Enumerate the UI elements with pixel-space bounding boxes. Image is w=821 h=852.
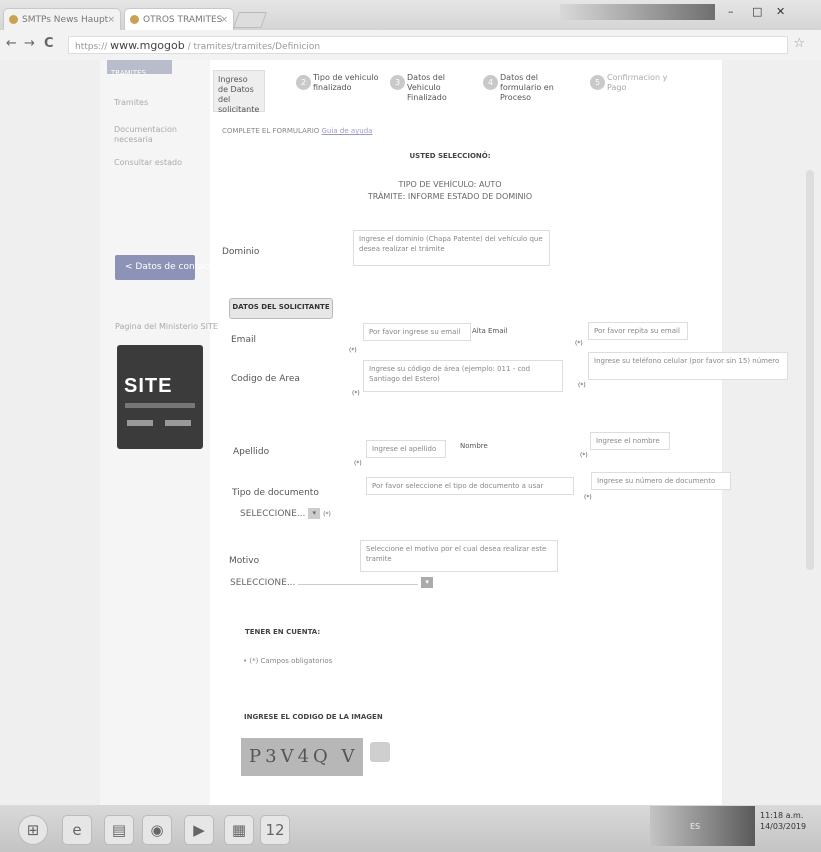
required-mark: (*) xyxy=(349,347,357,354)
sidebar-link[interactable]: Documentacion necesaria xyxy=(114,125,194,145)
tab-label: SMTPs News Haupt xyxy=(22,15,109,25)
required-mark: (*) xyxy=(578,382,586,389)
chevron-down-icon[interactable]: ▾ xyxy=(308,508,321,519)
required-mark: (*) xyxy=(352,390,360,397)
media-player-icon[interactable]: ▶ xyxy=(184,815,214,845)
captcha-image: P3V4Q V xyxy=(241,738,363,776)
step-number-icon: 3 xyxy=(390,75,405,90)
required-mark: (*) xyxy=(354,460,362,467)
dominio-input[interactable]: Ingrese el dominio (Chapa Patente) del v… xyxy=(353,230,550,266)
maximize-icon[interactable]: □ xyxy=(752,5,762,18)
captcha-title: INGRESE EL CODIGO DE LA IMAGEN xyxy=(244,713,383,721)
tab-close-icon[interactable]: × xyxy=(107,9,115,30)
step-label: Tipo de vehiculo finalizado xyxy=(313,73,379,92)
browser-tab[interactable]: SMTPs News Haupt × xyxy=(3,8,121,30)
step-number-icon: 4 xyxy=(483,75,498,90)
refresh-captcha-icon[interactable] xyxy=(370,742,390,762)
doc-type-select-value: SELECCIONE... xyxy=(240,509,306,519)
doc-type-help[interactable]: Por favor seleccione el tipo de document… xyxy=(366,477,574,495)
notes-title: TENER EN CUENTA: xyxy=(245,628,321,636)
new-tab-button[interactable] xyxy=(233,12,267,28)
applicant-data-button[interactable]: DATOS DEL SOLICITANTE xyxy=(229,298,333,319)
minimize-icon[interactable]: – xyxy=(728,5,734,18)
step-number-icon: 5 xyxy=(590,75,605,90)
clock-time: 11:18 a.m. xyxy=(760,811,804,820)
calendar-app-icon[interactable]: 12 xyxy=(260,815,290,845)
email-confirm-input[interactable]: Por favor repita su email xyxy=(588,322,688,340)
tab-close-icon[interactable]: × xyxy=(220,9,228,30)
system-clock[interactable]: 11:18 a.m. 14/03/2019 xyxy=(760,810,806,832)
step-label: Confirmacion y Pago xyxy=(607,73,668,92)
site-logo: SITE xyxy=(117,345,203,449)
email-label: Email xyxy=(231,335,256,345)
start-button-icon[interactable]: ⊞ xyxy=(18,815,48,845)
phone-input[interactable]: Ingrese su teléfono celular (por favor s… xyxy=(588,352,788,380)
surname-label: Apellido xyxy=(233,447,270,457)
sidebar-link[interactable]: Tramites xyxy=(114,98,148,107)
motivo-select-value: SELECCIONE... xyxy=(230,578,296,588)
language-indicator[interactable]: ES xyxy=(690,822,700,831)
required-mark: (*) xyxy=(580,452,588,459)
dominio-label: Dominio xyxy=(222,247,260,257)
vehicle-type-text: TIPO DE VEHÍCULO: AUTO xyxy=(398,180,502,189)
step-label: Datos del Vehiculo Finalizado xyxy=(407,73,447,102)
step-label: Ingreso de Datos del solicitante xyxy=(218,75,260,114)
step-number-icon: 2 xyxy=(296,75,311,90)
motivo-help[interactable]: Seleccione el motivo por el cual desea r… xyxy=(360,540,558,572)
favicon-icon xyxy=(130,15,139,24)
step-label: Datos del formulario en Proceso xyxy=(500,73,554,102)
required-mark: (*) xyxy=(323,511,331,518)
chrome-icon[interactable]: ◉ xyxy=(142,815,172,845)
bookmark-star-icon[interactable]: ☆ xyxy=(793,36,805,51)
required-mark: (*) xyxy=(575,340,583,347)
help-guide-link[interactable]: Guia de ayuda xyxy=(322,127,373,135)
page-background-left xyxy=(0,60,100,805)
clock-date: 14/03/2019 xyxy=(760,822,807,831)
doc-number-input[interactable]: Ingrese su número de documento xyxy=(591,472,731,490)
selection-header: USTED SELECCIONÓ: xyxy=(409,152,491,160)
area-code-label: Codigo de Area xyxy=(231,374,300,384)
sidebar-link[interactable]: Consultar estado xyxy=(114,158,182,167)
browser-tab-active[interactable]: OTROS TRAMITES × xyxy=(124,8,234,30)
file-explorer-icon[interactable]: ▤ xyxy=(104,815,134,845)
email-side-label: Alta Email xyxy=(472,327,508,335)
motivo-label: Motivo xyxy=(229,556,260,566)
doc-type-select[interactable]: SELECCIONE... ▾ (*) xyxy=(240,508,331,519)
logo-mark-left xyxy=(127,420,153,426)
required-mark: (*) xyxy=(584,494,592,501)
name-label: Nombre xyxy=(460,442,488,450)
logo-subtitle-bar xyxy=(125,403,195,408)
form-subtitle-text: COMPLETE EL FORMULARIO xyxy=(222,127,320,135)
url-path: tramites/tramites/Definicion xyxy=(193,42,321,52)
favicon-icon xyxy=(9,15,18,24)
system-tray xyxy=(650,806,755,846)
sidebar-contact-info[interactable]: Pagina del Ministerio SITE xyxy=(115,322,218,331)
contact-data-button[interactable]: < Datos de contacto xyxy=(115,255,218,280)
area-code-input[interactable]: Ingrese su código de área (ejemplo: 011 … xyxy=(363,360,563,392)
ie-browser-icon[interactable]: e xyxy=(62,815,92,845)
procedure-text: TRÁMITE: INFORME ESTADO DE DOMINIO xyxy=(367,192,533,201)
name-input[interactable]: Ingrese el nombre xyxy=(590,432,670,450)
reload-icon[interactable]: C xyxy=(44,36,54,51)
email-input[interactable]: Por favor ingrese su email xyxy=(363,323,471,341)
required-fields-note: • (*) Campos obligatorios xyxy=(243,657,333,665)
doc-type-label: Tipo de documento xyxy=(232,488,319,498)
chevron-down-icon[interactable]: ▾ xyxy=(421,577,434,588)
close-window-icon[interactable]: ✕ xyxy=(776,5,785,18)
scrollbar[interactable] xyxy=(806,170,814,570)
app-icon[interactable]: ▦ xyxy=(224,815,254,845)
url-input[interactable]: https:// www.mgogob / tramites/tramites/… xyxy=(68,36,788,54)
logo-mark-right xyxy=(165,420,191,426)
motivo-select[interactable]: SELECCIONE... ▾ xyxy=(230,577,434,588)
step-1-active: Ingreso de Datos del solicitante xyxy=(213,70,265,114)
tab-label: OTROS TRAMITES xyxy=(143,15,223,25)
sidebar-top-button[interactable]: TRAMITES xyxy=(107,60,172,77)
window-titlebar xyxy=(560,4,715,20)
surname-input[interactable]: Ingrese el apellido xyxy=(366,440,446,458)
url-host: www.mgogob xyxy=(110,39,185,52)
form-subtitle: COMPLETE EL FORMULARIO Guia de ayuda xyxy=(222,127,372,135)
forward-icon[interactable]: → xyxy=(24,36,35,51)
back-icon[interactable]: ← xyxy=(6,36,17,51)
logo-text: SITE xyxy=(124,375,173,397)
